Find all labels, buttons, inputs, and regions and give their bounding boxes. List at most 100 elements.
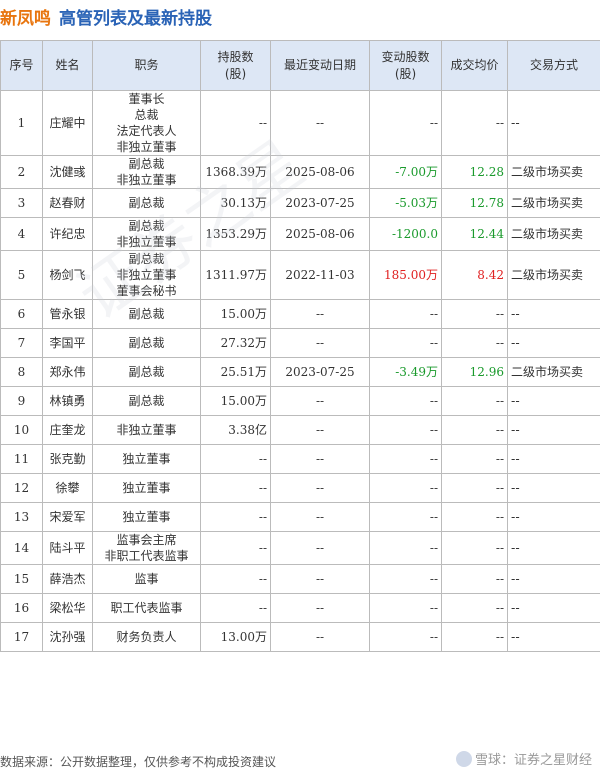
cell-position: 非独立董事 (92, 415, 201, 445)
cell-position: 副总裁 (92, 328, 201, 358)
position-line: 独立董事 (122, 510, 171, 524)
cell-position: 副总裁 (92, 357, 201, 387)
position-line: 副总裁 (128, 365, 165, 379)
cell-avg-price: 8.42 (441, 250, 508, 300)
cell-avg-price: -- (441, 386, 508, 416)
position-line: 非独立董事 (116, 235, 177, 249)
cell-change-date: -- (270, 622, 370, 652)
cell-shares: 15.00万 (200, 299, 271, 329)
cell-change-shares: -- (369, 415, 442, 445)
cell-index: 13 (0, 502, 43, 532)
cell-index: 11 (0, 444, 43, 474)
cell-change-date: -- (270, 328, 370, 358)
cell-change-date: 2023-07-25 (270, 357, 370, 387)
cell-shares: 25.51万 (200, 357, 271, 387)
table-row: 7 李国平 副总裁 27.32万 -- -- -- -- (0, 328, 600, 358)
cell-name: 薛浩杰 (42, 564, 93, 594)
cell-avg-price: 12.78 (441, 188, 508, 218)
position-line: 董事会秘书 (116, 284, 177, 298)
cell-change-date: 2025-08-06 (270, 155, 370, 189)
cell-index: 8 (0, 357, 43, 387)
cell-name: 杨剑飞 (42, 250, 93, 300)
cell-position: 独立董事 (92, 502, 201, 532)
cell-change-date: -- (270, 473, 370, 503)
table-row: 14 陆斗平 监事会主席 非职工代表监事 -- -- -- -- -- (0, 531, 600, 565)
cell-shares: -- (200, 593, 271, 623)
cell-trade-method: -- (507, 90, 600, 156)
cell-name: 庄奎龙 (42, 415, 93, 445)
position-line: 副总裁 (128, 196, 165, 210)
cell-change-shares: -- (369, 328, 442, 358)
cell-name: 宋爱军 (42, 502, 93, 532)
cell-name: 管永银 (42, 299, 93, 329)
cell-change-date: -- (270, 593, 370, 623)
cell-name: 沈健彧 (42, 155, 93, 189)
cell-shares: 1311.97万 (200, 250, 271, 300)
table-row: 9 林镇勇 副总裁 15.00万 -- -- -- -- (0, 386, 600, 416)
cell-avg-price: 12.96 (441, 357, 508, 387)
cell-index: 2 (0, 155, 43, 189)
position-line: 副总裁 (128, 157, 165, 171)
header-col-avg-price: 成交均价 (441, 40, 508, 91)
cell-trade-method: -- (507, 386, 600, 416)
position-line: 总裁 (134, 108, 159, 122)
position-line: 副总裁 (128, 394, 165, 408)
table-row: 16 梁松华 职工代表监事 -- -- -- -- -- (0, 593, 600, 623)
cell-trade-method: -- (507, 299, 600, 329)
cell-index: 3 (0, 188, 43, 218)
data-source-note: 数据来源：公开数据整理，仅供参考不构成投资建议 (0, 755, 277, 769)
cell-name: 许纪忠 (42, 217, 93, 251)
cell-change-shares: -- (369, 90, 442, 156)
cell-index: 15 (0, 564, 43, 594)
cell-index: 12 (0, 473, 43, 503)
position-line: 副总裁 (128, 219, 165, 233)
table-row: 8 郑永伟 副总裁 25.51万 2023-07-25 -3.49万 12.96 二级市场买卖 (0, 357, 600, 387)
cell-trade-method: 二级市场买卖 (507, 217, 600, 251)
cell-change-date: 2022-11-03 (270, 250, 370, 300)
cell-position: 董事长总裁法定代表人非独立董事 (92, 90, 201, 156)
cell-index: 9 (0, 386, 43, 416)
position-line: 非独立董事 (116, 140, 177, 154)
cell-change-shares: 185.00万 (369, 250, 442, 300)
cell-position: 监事会主席 非职工代表监事 (92, 531, 201, 565)
cell-shares: 27.32万 (200, 328, 271, 358)
cell-change-shares: -- (369, 531, 442, 565)
cell-position: 副总裁 非独立董事 董事会秘书 (92, 250, 201, 300)
cell-avg-price: -- (441, 90, 508, 156)
cell-trade-method: 二级市场买卖 (507, 357, 600, 387)
position-line: 独立董事 (122, 452, 171, 466)
cell-avg-price: -- (441, 593, 508, 623)
cell-name: 沈孙强 (42, 622, 93, 652)
header-col-name: 姓名 (42, 40, 93, 91)
position-line: 法定代表人 (116, 124, 177, 138)
cell-name: 张克勤 (42, 444, 93, 474)
cell-name: 赵春财 (42, 188, 93, 218)
cell-position: 副总裁 非独立董事 (92, 217, 201, 251)
cell-position: 独立董事 (92, 444, 201, 474)
cell-change-date: 2023-07-25 (270, 188, 370, 218)
cell-change-shares: -- (369, 386, 442, 416)
cell-change-shares: -- (369, 299, 442, 329)
cell-trade-method: -- (507, 564, 600, 594)
cell-name: 陆斗平 (42, 531, 93, 565)
cell-change-shares: -- (369, 622, 442, 652)
cell-change-date: -- (270, 531, 370, 565)
cell-position: 副总裁 (92, 299, 201, 329)
position-line: 董事长 (128, 92, 165, 106)
cell-index: 1 (0, 90, 43, 156)
cell-index: 16 (0, 593, 43, 623)
table-row: 3 赵春财 副总裁 30.13万 2023-07-25 -5.03万 12.78 二级市场买卖 (0, 188, 600, 218)
cell-change-shares: -7.00万 (369, 155, 442, 189)
cell-avg-price: -- (441, 564, 508, 594)
table-row: 13 宋爱军 独立董事 -- -- -- -- -- (0, 502, 600, 532)
cell-shares: -- (200, 502, 271, 532)
cell-avg-price: -- (441, 531, 508, 565)
cell-avg-price: -- (441, 299, 508, 329)
cell-shares: -- (200, 473, 271, 503)
cell-avg-price: 12.28 (441, 155, 508, 189)
cell-change-shares: -- (369, 593, 442, 623)
cell-index: 17 (0, 622, 43, 652)
cell-index: 6 (0, 299, 43, 329)
cell-name: 徐攀 (42, 473, 93, 503)
cell-shares: -- (200, 531, 271, 565)
